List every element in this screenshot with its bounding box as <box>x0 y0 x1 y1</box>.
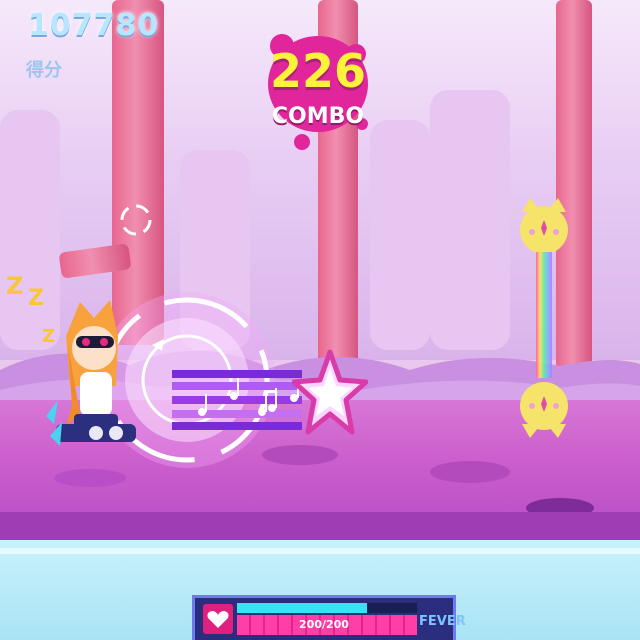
target-reticle-icon <box>120 204 152 236</box>
sleep-glyph: Z <box>28 286 44 311</box>
combo-label: COMBO <box>271 104 365 129</box>
combo-count: 226 <box>269 44 367 98</box>
star-note-icon <box>292 349 368 435</box>
player-character <box>46 300 136 446</box>
combo-counter: 226 COMBO <box>268 34 368 154</box>
score-value: 107780 <box>28 8 160 43</box>
ground-edge <box>0 512 640 542</box>
heart-icon <box>203 604 233 634</box>
sleep-glyph: Z <box>6 272 24 300</box>
cat-head-icon <box>520 198 568 254</box>
hp-fever-panel: 200/200 FEVER <box>192 595 466 640</box>
background-tree <box>370 120 430 350</box>
river-foam <box>0 548 640 554</box>
rainbow-beam <box>536 252 552 378</box>
hp-value: 200/200 <box>299 618 349 631</box>
fever-bar-fill <box>237 603 367 613</box>
fever-label: FEVER <box>419 614 466 629</box>
cat-head-icon <box>520 382 568 438</box>
background-tree <box>430 90 510 350</box>
score-label: 得分 <box>26 60 62 81</box>
